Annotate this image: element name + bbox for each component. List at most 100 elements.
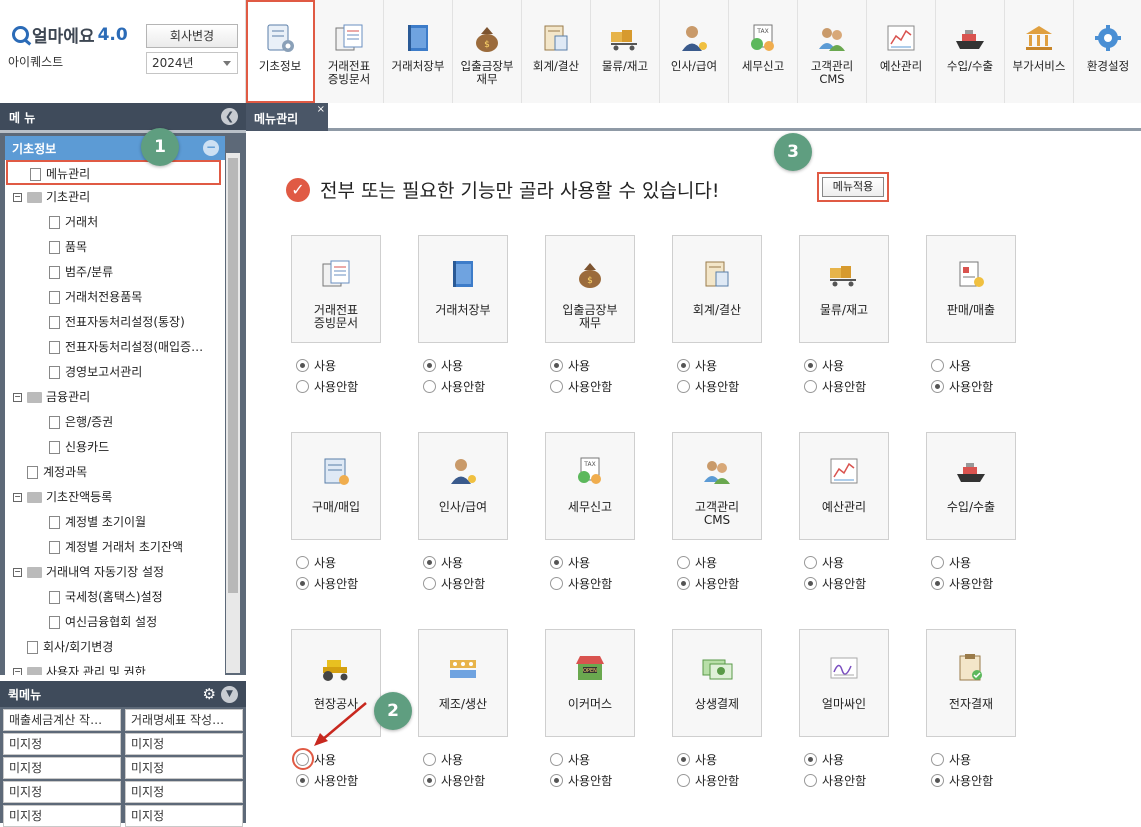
sidebar-item-15[interactable]: 계정별 거래처 초기잔액 [5, 535, 225, 560]
toolbar-item-9[interactable]: 예산관리 [867, 0, 936, 103]
toolbar-item-1[interactable]: 거래전표 증빙문서 [315, 0, 384, 103]
sidebar-item-19[interactable]: 회사/회기변경 [5, 635, 225, 660]
radio-circle-icon[interactable] [296, 577, 309, 590]
radio-circle-icon[interactable] [423, 556, 436, 569]
sidebar-item-11[interactable]: 신용카드 [5, 435, 225, 460]
toolbar-item-8[interactable]: 고객관리 CMS [798, 0, 867, 103]
use-radio[interactable]: 사용 [677, 554, 717, 571]
quick-menu-cell[interactable]: 미지정 [125, 757, 243, 779]
toolbar-item-5[interactable]: 물류/재고 [591, 0, 660, 103]
quick-menu-cell[interactable]: 미지정 [125, 733, 243, 755]
radio-circle-icon[interactable] [931, 577, 944, 590]
radio-circle-icon[interactable] [677, 380, 690, 393]
radio-circle-icon[interactable] [677, 577, 690, 590]
toolbar-item-3[interactable]: $ 입출금장부 재무 [453, 0, 522, 103]
radio-circle-icon[interactable] [931, 753, 944, 766]
use-radio[interactable]: 사용 [677, 751, 717, 768]
use-radio[interactable]: 사용 [296, 357, 336, 374]
radio-circle-icon[interactable] [423, 577, 436, 590]
radio-circle-icon[interactable] [550, 359, 563, 372]
sidebar-item-7[interactable]: 전표자동처리설정(매입증… [5, 335, 225, 360]
unuse-radio[interactable]: 사용안함 [550, 378, 612, 395]
tree-section-header[interactable]: 기초정보 − [5, 136, 225, 160]
quick-menu-cell[interactable]: 미지정 [3, 733, 121, 755]
quick-menu-cell[interactable]: 미지정 [125, 781, 243, 803]
tree-toggle-icon[interactable]: − [13, 193, 22, 202]
unuse-radio[interactable]: 사용안함 [296, 378, 358, 395]
use-radio[interactable]: 사용 [931, 554, 971, 571]
apply-menu-button[interactable]: 메뉴적용 [822, 177, 884, 197]
minus-icon[interactable]: − [203, 140, 219, 156]
radio-circle-icon[interactable] [550, 556, 563, 569]
use-radio[interactable]: 사용 [931, 357, 971, 374]
radio-circle-icon[interactable] [296, 359, 309, 372]
unuse-radio[interactable]: 사용안함 [931, 575, 993, 592]
unuse-radio[interactable]: 사용안함 [423, 378, 485, 395]
use-radio[interactable]: 사용 [550, 554, 590, 571]
radio-circle-icon[interactable] [804, 577, 817, 590]
radio-circle-icon[interactable] [550, 753, 563, 766]
radio-circle-icon[interactable] [931, 359, 944, 372]
change-company-button[interactable]: 회사변경 [146, 24, 238, 48]
use-radio[interactable]: 사용 [931, 751, 971, 768]
radio-circle-icon[interactable] [296, 556, 309, 569]
use-radio[interactable]: 사용 [677, 357, 717, 374]
tree-toggle-icon[interactable]: − [13, 568, 22, 577]
radio-circle-icon[interactable] [423, 380, 436, 393]
unuse-radio[interactable]: 사용안함 [931, 378, 993, 395]
radio-circle-icon[interactable] [804, 359, 817, 372]
tree-toggle-icon[interactable]: − [13, 393, 22, 402]
use-radio[interactable]: 사용 [550, 357, 590, 374]
quick-menu-cell[interactable]: 미지정 [125, 805, 243, 827]
radio-circle-icon[interactable] [804, 774, 817, 787]
use-radio[interactable]: 사용 [550, 751, 590, 768]
year-select[interactable]: 2024년 [146, 52, 238, 74]
radio-circle-icon[interactable] [931, 380, 944, 393]
unuse-radio[interactable]: 사용안함 [804, 378, 866, 395]
tree-toggle-icon[interactable]: − [13, 668, 22, 675]
use-radio[interactable]: 사용 [423, 554, 463, 571]
sidebar-item-1[interactable]: − 기초관리 [5, 185, 225, 210]
unuse-radio[interactable]: 사용안함 [804, 772, 866, 789]
toolbar-item-2[interactable]: 거래처장부 [384, 0, 453, 103]
unuse-radio[interactable]: 사용안함 [677, 378, 739, 395]
radio-circle-icon[interactable] [677, 359, 690, 372]
unuse-radio[interactable]: 사용안함 [931, 772, 993, 789]
use-radio[interactable]: 사용 [423, 357, 463, 374]
radio-circle-icon[interactable] [550, 774, 563, 787]
radio-circle-icon[interactable] [296, 380, 309, 393]
unuse-radio[interactable]: 사용안함 [423, 575, 485, 592]
sidebar-item-20[interactable]: − 사용자 관리 및 권한 [5, 660, 225, 675]
sidebar-item-17[interactable]: 국세청(홈택스)설정 [5, 585, 225, 610]
toolbar-item-7[interactable]: TAX 세무신고 [729, 0, 798, 103]
radio-circle-icon[interactable] [677, 556, 690, 569]
unuse-radio[interactable]: 사용안함 [804, 575, 866, 592]
quick-menu-cell[interactable]: 매출세금계산 작… [3, 709, 121, 731]
sidebar-scrollbar[interactable] [226, 153, 240, 673]
quick-menu-cell[interactable]: 미지정 [3, 757, 121, 779]
unuse-radio[interactable]: 사용안함 [550, 575, 612, 592]
radio-circle-icon[interactable] [550, 577, 563, 590]
radio-circle-icon[interactable] [804, 753, 817, 766]
sidebar-item-2[interactable]: 거래처 [5, 210, 225, 235]
radio-circle-icon[interactable] [931, 774, 944, 787]
toolbar-item-0[interactable]: 기초정보 [246, 0, 315, 103]
radio-circle-icon[interactable] [296, 774, 309, 787]
tree-toggle-icon[interactable]: − [13, 493, 22, 502]
sidebar-item-10[interactable]: 은행/증권 [5, 410, 225, 435]
toolbar-item-6[interactable]: 인사/급여 [660, 0, 729, 103]
sidebar-item-13[interactable]: − 기초잔액등록 [5, 485, 225, 510]
unuse-radio[interactable]: 사용안함 [677, 575, 739, 592]
use-radio[interactable]: 사용 [804, 751, 844, 768]
toolbar-item-11[interactable]: 부가서비스 [1005, 0, 1074, 103]
radio-circle-icon[interactable] [423, 753, 436, 766]
gear-icon[interactable]: ⚙ [203, 685, 216, 703]
toolbar-item-12[interactable]: 환경설정 [1074, 0, 1141, 103]
radio-circle-icon[interactable] [423, 359, 436, 372]
radio-circle-icon[interactable] [423, 774, 436, 787]
unuse-radio[interactable]: 사용안함 [423, 772, 485, 789]
quick-menu-cell[interactable]: 미지정 [3, 805, 121, 827]
use-radio[interactable]: 사용 [423, 751, 463, 768]
unuse-radio[interactable]: 사용안함 [296, 772, 358, 789]
sidebar-item-4[interactable]: 범주/분류 [5, 260, 225, 285]
